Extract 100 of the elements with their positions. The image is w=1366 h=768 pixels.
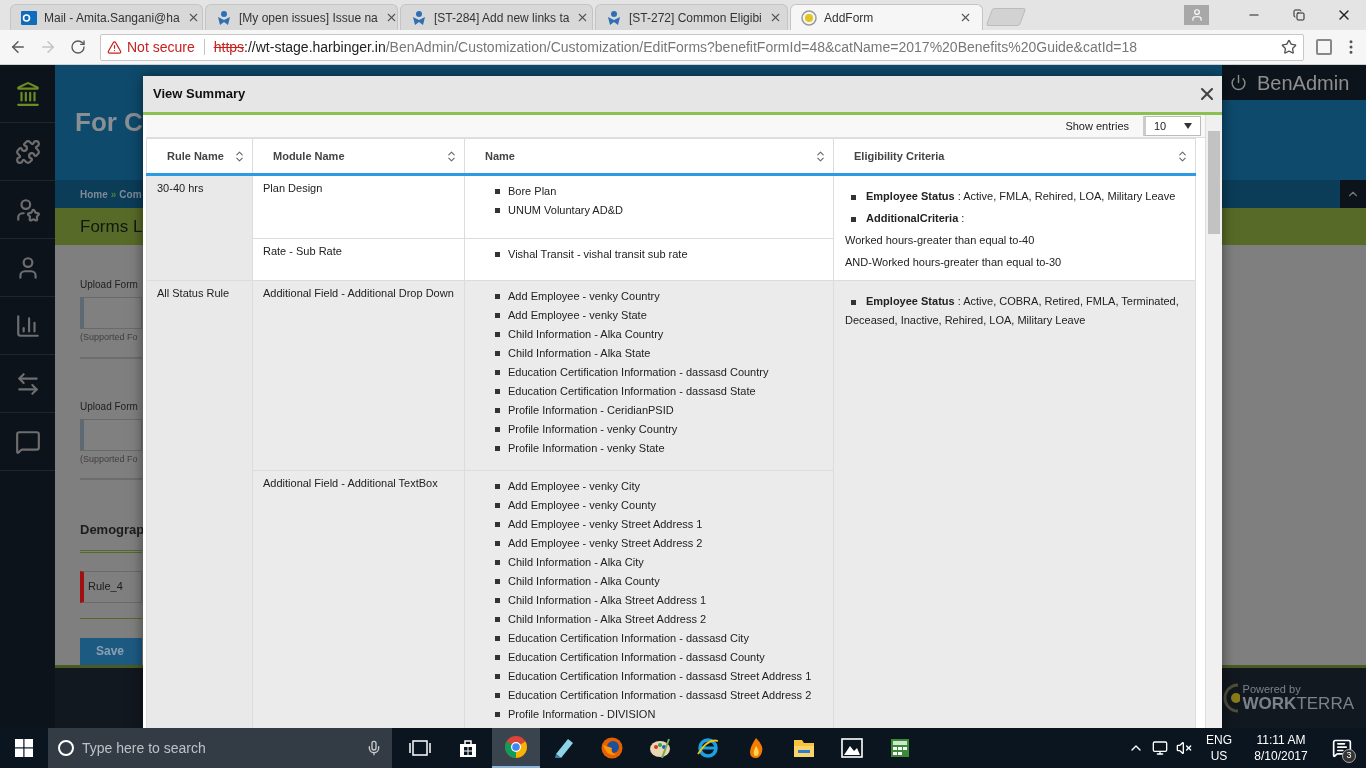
notifications-button[interactable]: 3 xyxy=(1324,728,1360,768)
column-header[interactable]: Module Name xyxy=(252,138,465,175)
list-item: Bore Plan xyxy=(508,184,557,200)
bullet-icon xyxy=(495,332,500,337)
list-item: Add Employee - venky Street Address 1 xyxy=(508,517,703,533)
list-item: Child Information - Alka City xyxy=(508,555,644,571)
muted-speaker-icon[interactable] xyxy=(1176,740,1192,756)
table-cell: All Status Rule xyxy=(146,280,253,728)
show-entries-label: Show entries xyxy=(1065,118,1129,134)
browser-tab[interactable]: [ST-272] Common Eligibi xyxy=(595,4,788,30)
browser-tab[interactable]: [My open issues] Issue na xyxy=(205,4,398,30)
bullet-icon xyxy=(495,351,500,356)
dialog-title: View Summary xyxy=(153,85,246,104)
user-icon xyxy=(1189,8,1204,22)
list-item: Add Employee - venky State xyxy=(508,308,647,324)
list-item: Profile Information - CeridianPSID xyxy=(508,403,674,419)
address-field[interactable]: Not secure https://wt-stage.harbinger.in/BenAdmin/Customization/Customization/EditForms?benefitFormId=48&catName=2017%20Benefits%20Guide&catId=18 xyxy=(100,33,1304,61)
bullet-icon xyxy=(495,636,500,641)
clock[interactable]: 11:11 AM 8/10/2017 xyxy=(1246,732,1316,764)
forward-arrow-icon xyxy=(39,38,57,56)
list-item: Education Certification Information - dassasd County xyxy=(508,650,765,666)
bullet-icon xyxy=(495,484,500,489)
bullet-icon xyxy=(495,408,500,413)
bullet-icon xyxy=(495,617,500,622)
bullet-icon xyxy=(495,208,500,213)
criterion-line: Worked hours-greater than equal to-40 xyxy=(845,233,1036,248)
bookmark-star-icon[interactable] xyxy=(1281,39,1297,55)
criterion-line: AND-Worked hours-greater than equal to-30 xyxy=(845,255,1063,270)
field-label: Upload Form xyxy=(80,278,139,292)
tab-title: [ST-272] Common Eligibi xyxy=(629,9,762,27)
home-icon xyxy=(14,80,41,107)
windows-logo-icon xyxy=(15,739,33,757)
browser-icon xyxy=(504,735,528,759)
store-icon xyxy=(457,737,479,759)
column-header[interactable]: Name xyxy=(464,138,834,175)
language-indicator[interactable]: ENG US xyxy=(1206,732,1232,764)
fox-browser-icon xyxy=(600,736,624,760)
sort-icon[interactable] xyxy=(814,149,827,163)
task-view-icon xyxy=(409,739,431,757)
field-hint: (Supported Fo xyxy=(80,331,139,344)
table-cell: Additional Field - Additional Drop Down xyxy=(252,280,465,471)
bullet-icon xyxy=(851,299,856,305)
bullet-icon xyxy=(495,522,500,527)
list-item: Education Certification Information - dassasd City xyxy=(508,631,749,647)
bullet-icon xyxy=(495,294,500,299)
tab-title: [My open issues] Issue na xyxy=(239,9,378,27)
bullet-icon xyxy=(495,655,500,660)
chat-icon xyxy=(14,428,41,455)
list-item: Child Information - Alka County xyxy=(508,574,660,590)
list-item: Child Information - Alka Street Address 1 xyxy=(508,593,707,609)
list-item: Add Employee - venky Street Address 2 xyxy=(508,536,703,552)
reload-icon xyxy=(70,39,86,55)
list-item: Education Certification Information - dassasd State xyxy=(508,384,756,400)
browser-tab[interactable]: AddForm xyxy=(790,4,983,30)
notification-icon xyxy=(1332,738,1352,758)
restore-icon xyxy=(1292,9,1305,21)
url-scheme: https xyxy=(213,37,245,57)
field-label: Upload Form xyxy=(80,399,139,414)
tab-title: [ST-284] Add new links ta xyxy=(434,9,570,27)
list-item: Add Employee - venky County xyxy=(508,498,656,514)
scrollbar[interactable] xyxy=(1205,115,1222,728)
sort-icon[interactable] xyxy=(445,149,458,163)
table-cell: Plan Design xyxy=(252,174,465,239)
column-header[interactable]: Eligibility Criteria xyxy=(833,138,1196,175)
page-title: For C xyxy=(75,107,143,137)
caret-icon xyxy=(1184,123,1192,129)
site-icon xyxy=(801,9,817,26)
power-icon[interactable] xyxy=(1230,74,1247,91)
bullet-icon xyxy=(851,216,856,222)
bullet-icon xyxy=(495,579,500,584)
photos-icon xyxy=(840,737,864,759)
url-path: /BenAdmin/Customization/Customization/EditForms?benefitFormId=48&catName=2017%20Benefits%20Guide&catId=18 xyxy=(385,37,1139,57)
network-icon[interactable] xyxy=(1152,740,1168,756)
upload-field[interactable] xyxy=(80,297,142,329)
powered-by-text: Powered by xyxy=(1242,684,1302,695)
bar-chart-icon xyxy=(14,312,41,339)
warning-icon xyxy=(107,39,122,55)
puzzle-icon xyxy=(14,138,41,165)
bullet-icon xyxy=(851,194,856,200)
field-hint: (Supported Fo xyxy=(80,452,139,466)
browser-tab[interactable]: Mail - Amita.Sangani@ha xyxy=(10,4,203,30)
extension-icon[interactable] xyxy=(1316,39,1332,55)
bullet-icon xyxy=(495,674,500,679)
list-item: Education Certification Information - dassasd Street Address 2 xyxy=(508,688,812,704)
column-header[interactable]: Rule Name xyxy=(146,138,253,175)
list-item: UNUM Voluntary AD&D xyxy=(508,203,623,219)
sort-icon[interactable] xyxy=(1176,149,1189,163)
user-star-icon xyxy=(14,196,41,223)
search-icon xyxy=(58,740,74,756)
browser-tab[interactable]: [ST-284] Add new links ta xyxy=(400,4,593,30)
sort-icon[interactable] xyxy=(233,149,246,163)
bullet-icon xyxy=(495,313,500,318)
search-field[interactable]: Type here to search xyxy=(48,728,392,768)
close-icon[interactable] xyxy=(959,11,972,24)
bullet-icon xyxy=(495,370,500,375)
upload-field[interactable] xyxy=(80,418,142,451)
bullet-icon xyxy=(495,560,500,565)
bullet-icon xyxy=(495,598,500,603)
calculator-icon xyxy=(888,736,912,760)
entries-select[interactable]: 10 xyxy=(1143,116,1201,136)
